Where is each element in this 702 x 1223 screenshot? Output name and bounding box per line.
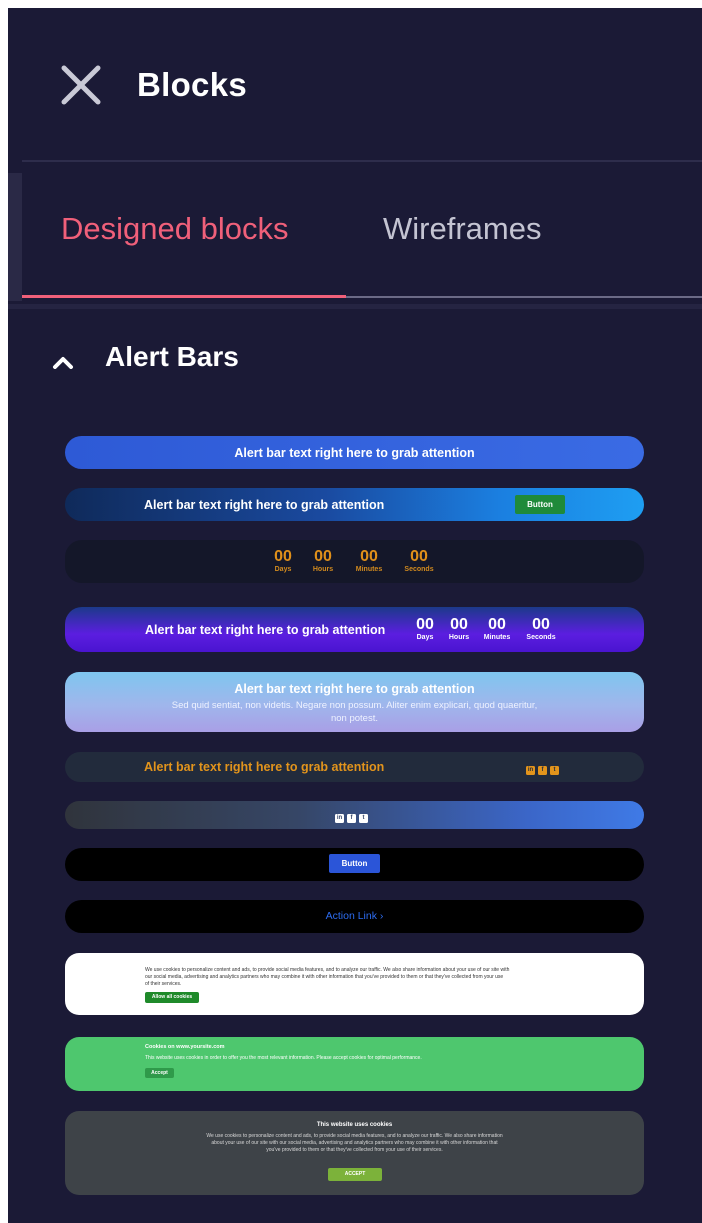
alert-text: Alert bar text right here to grab attent…: [144, 498, 385, 512]
left-edge-strip: [8, 173, 22, 301]
alert-button[interactable]: Button: [515, 495, 565, 514]
tab-designed-blocks[interactable]: Designed blocks: [61, 211, 288, 247]
alert-bar-block-5[interactable]: Alert bar text right here to grab attent…: [65, 672, 644, 732]
cookie-title: This website uses cookies: [316, 1122, 393, 1128]
countdown-minutes: 00 Minutes: [355, 548, 383, 573]
panel-title: Blocks: [137, 66, 248, 103]
tab-wireframes[interactable]: Wireframes: [383, 211, 541, 247]
alert-button[interactable]: Button: [329, 854, 380, 873]
linkedin-icon[interactable]: in: [335, 814, 344, 824]
facebook-icon[interactable]: f: [347, 814, 356, 824]
cookie-text-line-2: our social media, advertising and analyt…: [145, 974, 504, 980]
accept-button[interactable]: ACCEPT: [328, 1168, 382, 1181]
alert-bar-block-6-social[interactable]: Alert bar text right here to grab attent…: [65, 752, 644, 782]
alert-bar-block-9-link[interactable]: Action Link ›: [65, 900, 644, 933]
social-icons: in f t: [335, 810, 371, 828]
alert-bar-block-7-social[interactable]: in f t: [65, 801, 644, 829]
alert-bar-block-3-countdown[interactable]: 00 Days 00 Hours 00 Minutes 00 Seconds: [65, 540, 644, 583]
chevron-up-icon: [53, 357, 73, 369]
allow-cookies-button[interactable]: Allow all cookies: [145, 992, 199, 1003]
cookie-title: Cookies on www.yoursite.com: [145, 1044, 225, 1050]
tabs-divider: [8, 304, 702, 309]
alert-subtext: Sed quid sentiat, non videtis. Negare no…: [171, 700, 538, 711]
countdown-days: 00 Days: [274, 548, 292, 573]
cookie-text-line-1: We use cookies to personalize content an…: [206, 1133, 503, 1139]
cookie-bar-block-12[interactable]: This website uses cookies We use cookies…: [65, 1111, 644, 1195]
accept-button[interactable]: Accept: [145, 1068, 174, 1078]
alert-text: Alert bar text right here to grab attent…: [234, 446, 475, 460]
cookie-text-line-3: of their services.: [145, 981, 182, 987]
countdown-hours: 00 Hours: [448, 616, 470, 641]
countdown-hours: 00 Hours: [312, 548, 334, 573]
alert-subtext-2: non potest.: [330, 713, 378, 724]
twitter-icon[interactable]: t: [359, 814, 368, 824]
alert-text: Alert bar text right here to grab attent…: [144, 760, 385, 774]
panel-header: Blocks: [8, 8, 702, 168]
countdown-seconds: 00 Seconds: [526, 616, 556, 641]
alert-bar-block-1[interactable]: Alert bar text right here to grab attent…: [65, 436, 644, 469]
tab-bar: Designed blocks Wireframes: [22, 173, 702, 303]
alert-text: Alert bar text right here to grab attent…: [234, 682, 475, 696]
blocks-panel: Blocks Designed blocks Wireframes Alert …: [8, 8, 702, 1223]
countdown-days: 00 Days: [416, 616, 434, 641]
alert-bar-block-4-countdown[interactable]: Alert bar text right here to grab attent…: [65, 607, 644, 652]
alert-bar-block-8-button[interactable]: Button: [65, 848, 644, 881]
window-top-edge: [0, 0, 702, 8]
active-tab-indicator: [22, 295, 346, 298]
section-title: Alert Bars: [105, 341, 239, 372]
cookie-bar-block-11[interactable]: Cookies on www.yoursite.com This website…: [65, 1037, 644, 1091]
alert-text: Alert bar text right here to grab attent…: [145, 623, 386, 637]
linkedin-icon[interactable]: in: [526, 766, 535, 776]
cookie-text: This website uses cookies in order to of…: [145, 1055, 422, 1061]
cookie-text-line-1: We use cookies to personalize content an…: [145, 967, 510, 973]
countdown-minutes: 00 Minutes: [483, 616, 511, 641]
alert-bar-block-2[interactable]: Alert bar text right here to grab attent…: [65, 488, 644, 521]
close-icon[interactable]: [60, 64, 102, 106]
cookie-text-line-3: you've provided to them or that they've …: [266, 1147, 443, 1153]
header-divider: [22, 160, 702, 162]
action-link[interactable]: Action Link ›: [65, 910, 644, 922]
tab-underline: [346, 296, 702, 298]
social-icons: in f t: [526, 762, 562, 780]
twitter-icon[interactable]: t: [550, 766, 559, 776]
cookie-bar-block-10[interactable]: We use cookies to personalize content an…: [65, 953, 644, 1015]
countdown-seconds: 00 Seconds: [404, 548, 434, 573]
cookie-text-line-2: about your use of our site with our soci…: [211, 1140, 498, 1146]
facebook-icon[interactable]: f: [538, 766, 547, 776]
